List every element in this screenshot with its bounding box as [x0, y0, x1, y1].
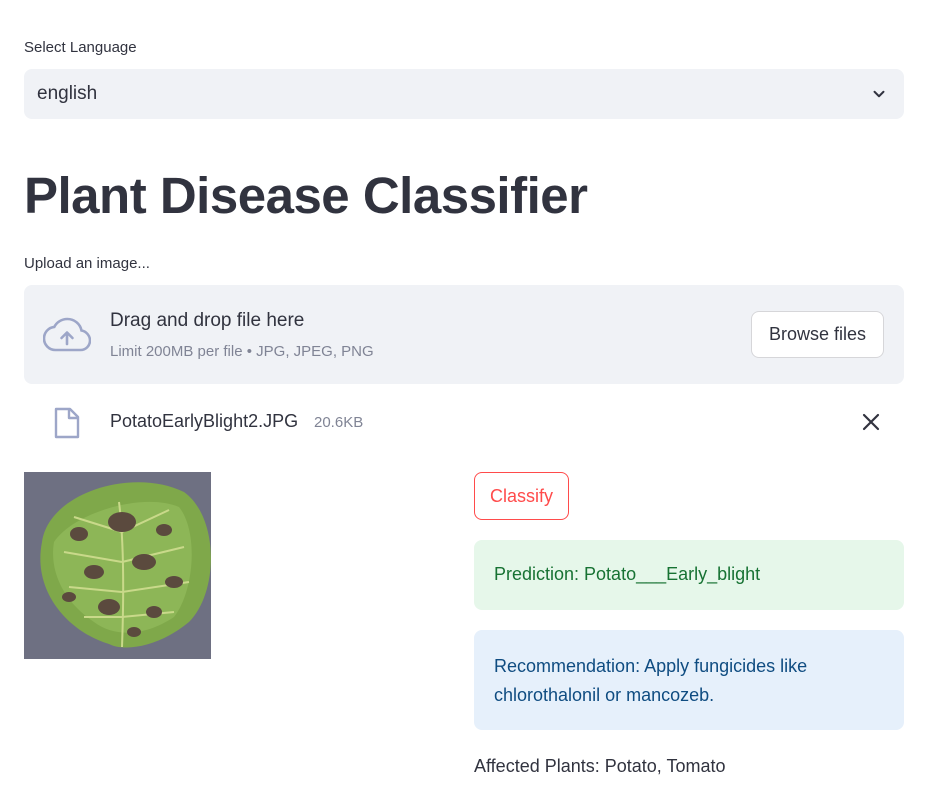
- uploaded-leaf-image: [24, 472, 211, 659]
- close-icon[interactable]: [861, 412, 881, 432]
- chevron-down-icon: [873, 90, 885, 98]
- prediction-alert: Prediction: Potato___Early_blight: [474, 540, 904, 610]
- dropzone-limit-text: Limit 200MB per file • JPG, JPEG, PNG: [110, 343, 374, 360]
- uploader-label: Upload an image...: [24, 255, 150, 272]
- page-title: Plant Disease Classifier: [24, 167, 588, 224]
- language-label: Select Language: [24, 39, 137, 56]
- file-dropzone[interactable]: Drag and drop file here Limit 200MB per …: [24, 285, 904, 384]
- recommendation-alert: Recommendation: Apply fungicides like ch…: [474, 630, 904, 730]
- file-name: PotatoEarlyBlight2.JPG: [110, 411, 299, 431]
- browse-files-button[interactable]: Browse files: [751, 311, 884, 358]
- uploaded-file-row: PotatoEarlyBlight2.JPG 20.6KB: [24, 402, 904, 442]
- app-page: Select Language english Plant Disease Cl…: [0, 0, 946, 800]
- file-icon: [54, 407, 80, 439]
- language-selected-value: english: [37, 83, 98, 104]
- classify-button[interactable]: Classify: [474, 472, 569, 520]
- cloud-upload-icon: [43, 317, 91, 352]
- leaf-image-icon: [24, 472, 211, 659]
- file-size: 20.6KB: [314, 414, 364, 431]
- dropzone-instructions: Drag and drop file here: [110, 310, 305, 331]
- affected-plants-text: Affected Plants: Potato, Tomato: [474, 756, 726, 776]
- language-select[interactable]: english: [24, 69, 904, 119]
